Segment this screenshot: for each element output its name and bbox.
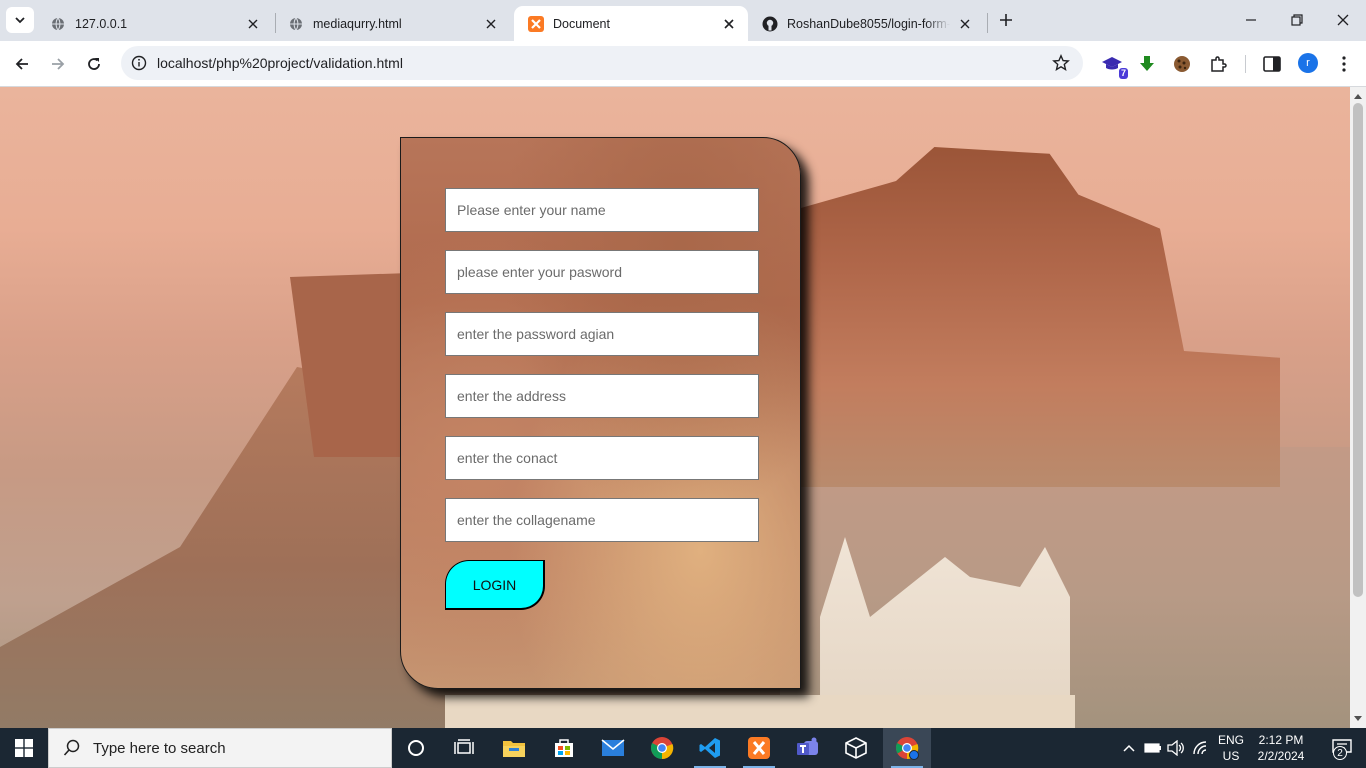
tab-title: RoshanDube8055/login-form-h bbox=[787, 16, 950, 31]
college-input[interactable] bbox=[445, 498, 759, 542]
start-button[interactable] bbox=[0, 728, 48, 768]
scroll-thumb[interactable] bbox=[1353, 103, 1363, 597]
url-text[interactable]: localhost/php%20project/validation.html bbox=[157, 55, 403, 71]
extension-badge: 7 bbox=[1118, 68, 1128, 79]
restore-button[interactable] bbox=[1274, 0, 1320, 40]
wifi-icon[interactable] bbox=[1190, 728, 1212, 768]
close-icon[interactable] bbox=[956, 15, 974, 33]
language-indicator[interactable]: ENG US bbox=[1214, 732, 1248, 764]
clock-time: 2:12 PM bbox=[1258, 733, 1304, 747]
reload-icon bbox=[88, 58, 100, 70]
address-bar[interactable]: localhost/php%20project/validation.html bbox=[121, 46, 1083, 80]
windows-logo-icon bbox=[15, 739, 33, 757]
tab-separator bbox=[987, 13, 988, 33]
windows-taskbar: Type here to search ENG US 2:12 PM 2/2/2… bbox=[0, 728, 1366, 768]
toolbar-divider bbox=[1245, 55, 1246, 73]
tab-title: 127.0.0.1 bbox=[75, 16, 128, 31]
extension-graduation-icon[interactable]: 7 bbox=[1100, 52, 1128, 79]
volume-icon[interactable] bbox=[1165, 728, 1187, 768]
arrow-right-icon bbox=[52, 58, 65, 70]
xampp-icon[interactable] bbox=[735, 728, 783, 768]
mail-icon[interactable] bbox=[589, 728, 637, 768]
login-card: LOGIN bbox=[400, 137, 801, 689]
chrome-profile-icon[interactable] bbox=[883, 728, 931, 768]
tab-title: Document bbox=[553, 16, 610, 31]
task-view-icon[interactable] bbox=[440, 728, 488, 768]
new-tab-button[interactable] bbox=[994, 8, 1018, 32]
close-icon[interactable] bbox=[482, 15, 500, 33]
file-explorer-icon[interactable] bbox=[490, 728, 538, 768]
info-icon[interactable] bbox=[129, 53, 149, 73]
chrome-icon[interactable] bbox=[638, 728, 686, 768]
minimize-button[interactable] bbox=[1228, 0, 1274, 40]
clock-date: 2/2/2024 bbox=[1257, 749, 1305, 763]
background-fort bbox=[800, 147, 1280, 487]
cookie-icon[interactable] bbox=[1170, 52, 1194, 76]
github-icon bbox=[762, 16, 778, 32]
tab-strip: 127.0.0.1 mediaqurry.html Document Rosha… bbox=[0, 0, 1366, 41]
restore-icon bbox=[1291, 14, 1303, 26]
chevron-down-icon bbox=[15, 17, 25, 24]
name-input[interactable] bbox=[445, 188, 759, 232]
taskbar-search-placeholder: Type here to search bbox=[93, 739, 226, 757]
vscode-icon[interactable] bbox=[686, 728, 734, 768]
tab-github[interactable]: RoshanDube8055/login-form-h bbox=[748, 6, 984, 41]
password-again-input[interactable] bbox=[445, 312, 759, 356]
virtualbox-icon[interactable] bbox=[832, 728, 880, 768]
close-icon[interactable] bbox=[720, 15, 738, 33]
tab-mediaqurry[interactable]: mediaqurry.html bbox=[274, 6, 510, 41]
close-icon[interactable] bbox=[244, 15, 262, 33]
taskbar-search-box[interactable]: Type here to search bbox=[48, 728, 392, 768]
microsoft-store-icon[interactable] bbox=[540, 728, 588, 768]
address-input[interactable] bbox=[445, 374, 759, 418]
menu-dots-icon[interactable] bbox=[1332, 52, 1356, 76]
language-region: US bbox=[1222, 749, 1240, 763]
download-arrow-icon[interactable] bbox=[1135, 52, 1159, 76]
contact-input[interactable] bbox=[445, 436, 759, 480]
scroll-down-arrow-icon[interactable] bbox=[1350, 712, 1366, 726]
globe-icon bbox=[50, 16, 66, 32]
profile-avatar[interactable]: r bbox=[1298, 53, 1318, 73]
minimize-icon bbox=[1246, 19, 1256, 21]
xampp-icon bbox=[528, 15, 544, 32]
teams-icon[interactable] bbox=[784, 728, 832, 768]
chevron-up-icon[interactable] bbox=[1118, 728, 1140, 768]
browser-toolbar: localhost/php%20project/validation.html … bbox=[0, 41, 1366, 87]
tab-document[interactable]: Document bbox=[514, 6, 748, 41]
tab-127[interactable]: 127.0.0.1 bbox=[36, 6, 272, 41]
close-icon bbox=[1337, 14, 1349, 26]
globe-icon bbox=[288, 16, 304, 32]
scroll-up-arrow-icon[interactable] bbox=[1350, 89, 1366, 103]
arrow-left-icon bbox=[15, 58, 28, 70]
login-button[interactable]: LOGIN bbox=[445, 560, 545, 610]
reload-button[interactable] bbox=[80, 50, 108, 78]
star-icon[interactable] bbox=[1051, 53, 1071, 73]
search-icon bbox=[63, 739, 80, 756]
page-scrollbar[interactable] bbox=[1350, 87, 1366, 728]
page-viewport: LOGIN bbox=[0, 87, 1350, 728]
puzzle-icon[interactable] bbox=[1206, 52, 1230, 76]
plus-icon bbox=[1000, 14, 1012, 26]
tab-search-button[interactable] bbox=[6, 7, 34, 33]
battery-icon[interactable] bbox=[1142, 728, 1164, 768]
clock[interactable]: 2:12 PM 2/2/2024 bbox=[1252, 732, 1310, 764]
language-code: ENG bbox=[1217, 733, 1244, 747]
password-input[interactable] bbox=[445, 250, 759, 294]
forward-button[interactable] bbox=[44, 50, 72, 78]
notification-badge: 2 bbox=[1333, 746, 1347, 760]
back-button[interactable] bbox=[8, 50, 36, 78]
background-palace-base bbox=[445, 695, 1075, 728]
side-panel-icon[interactable] bbox=[1260, 52, 1284, 76]
tab-title: mediaqurry.html bbox=[313, 16, 402, 31]
close-window-button[interactable] bbox=[1320, 0, 1366, 40]
cortana-icon[interactable] bbox=[392, 728, 440, 768]
